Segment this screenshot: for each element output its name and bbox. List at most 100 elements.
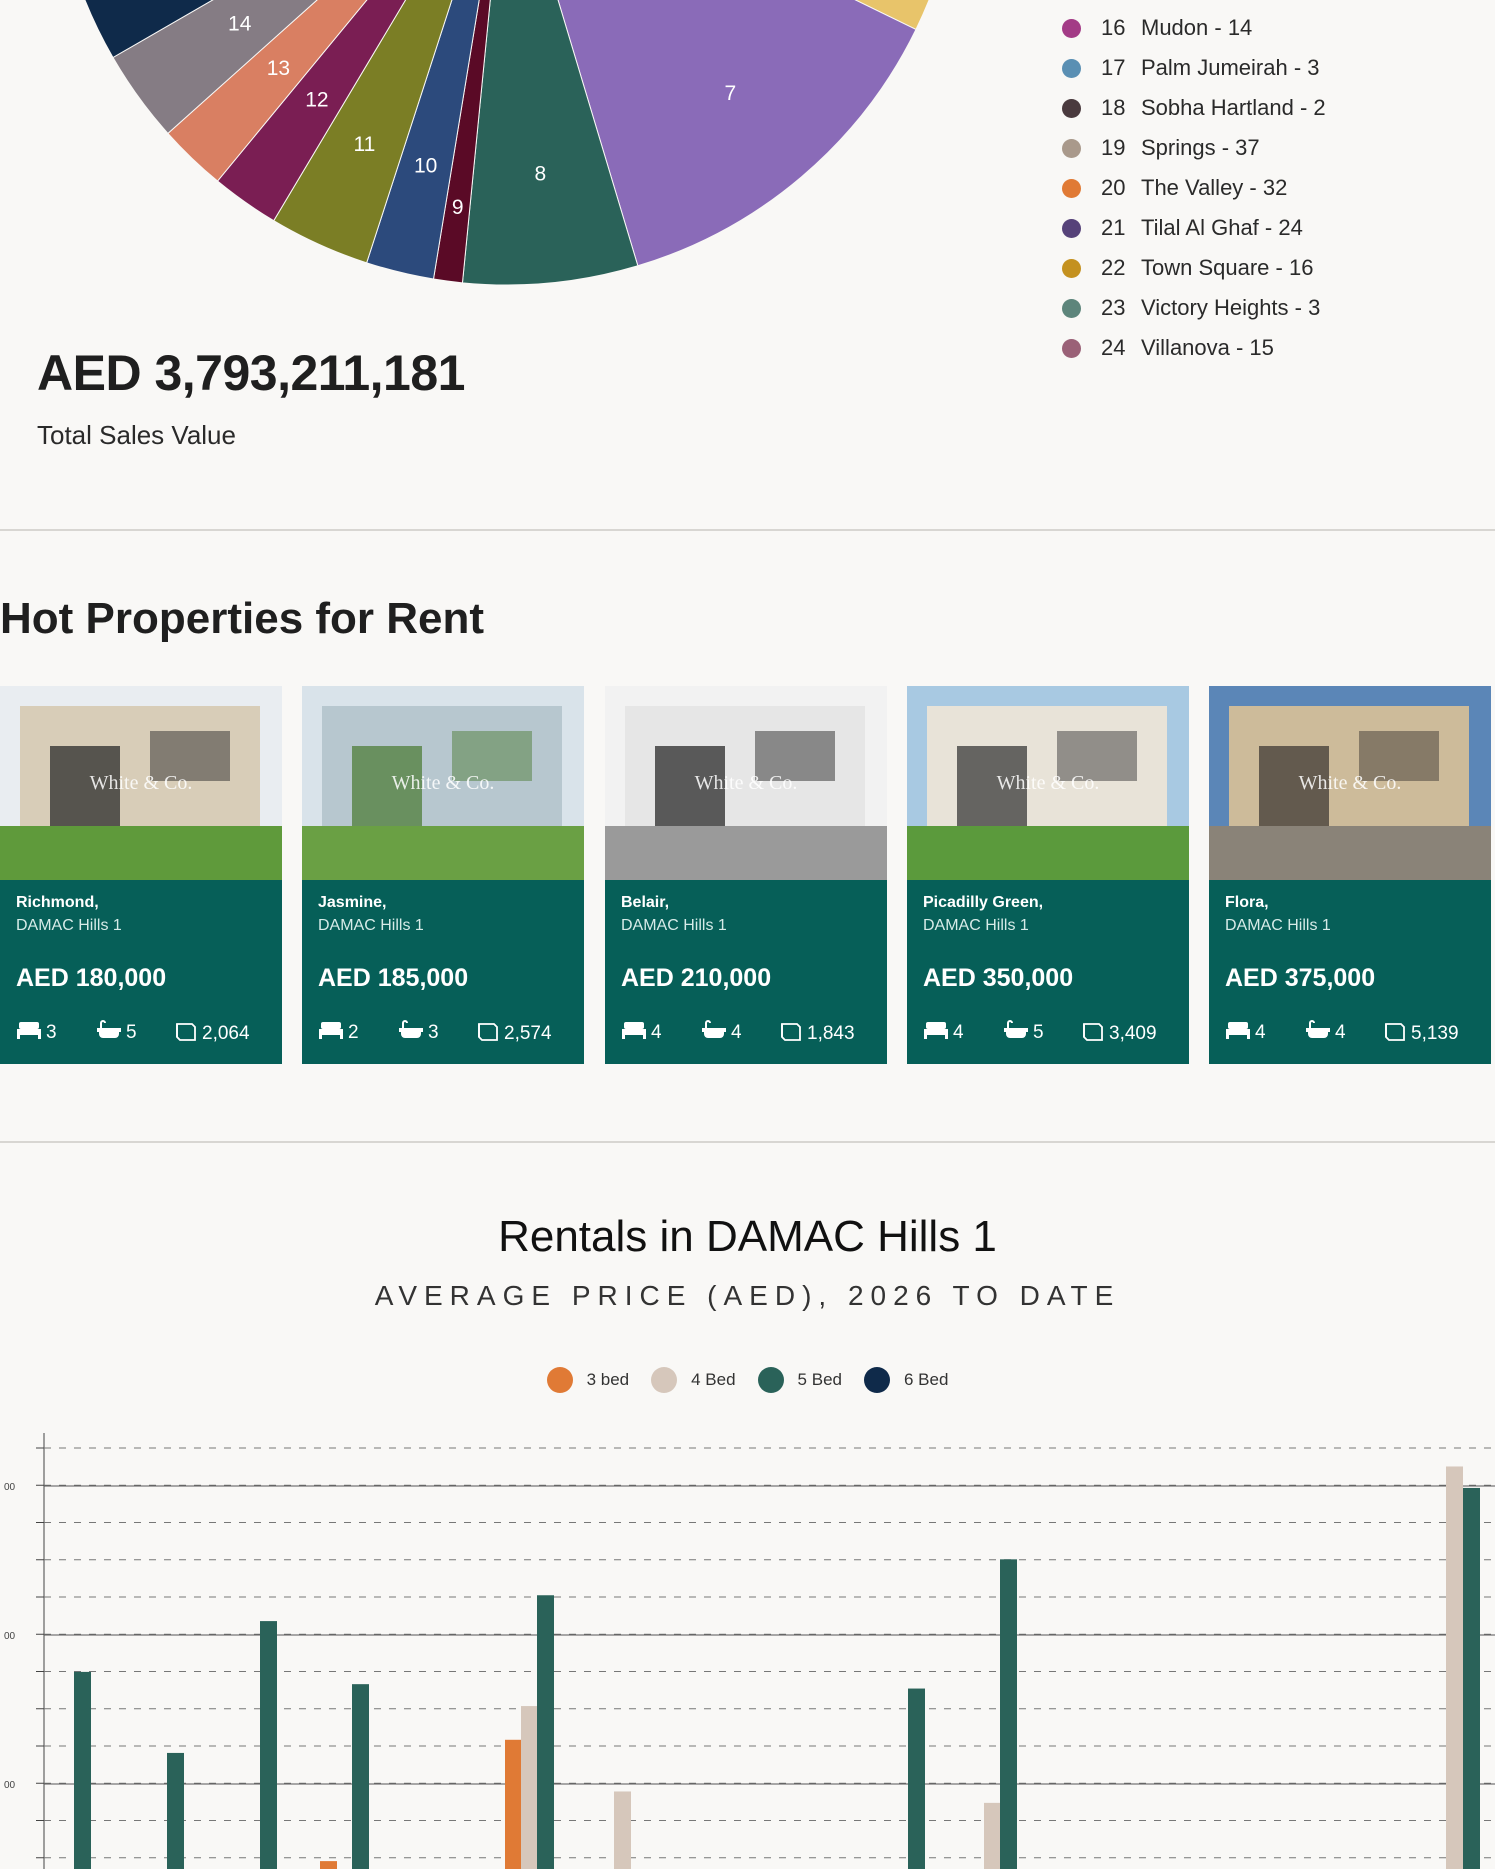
rentals-legend-item[interactable]: 5 Bed bbox=[757, 1367, 842, 1393]
bar-5-bed[interactable] bbox=[74, 1671, 91, 1869]
beds-count: 4 bbox=[1255, 1022, 1266, 1043]
bar-5-bed[interactable] bbox=[352, 1684, 369, 1869]
watermark-logo: White & Co. bbox=[89, 772, 193, 794]
property-name: Jasmine, bbox=[318, 894, 387, 911]
legend-swatch bbox=[1062, 18, 1081, 38]
y-tick-label: 00 bbox=[4, 1482, 16, 1493]
property-card[interactable]: White & Co. Picadilly Green, DAMAC Hills… bbox=[907, 686, 1189, 1064]
legend-label: Villanova - 15 bbox=[1141, 335, 1274, 360]
total-sales-label: Total Sales Value bbox=[37, 420, 236, 450]
rentals-legend-item[interactable]: 3 bed bbox=[546, 1367, 630, 1393]
property-area: DAMAC Hills 1 bbox=[923, 917, 1029, 934]
legend-swatch bbox=[651, 1367, 678, 1393]
size: 5,139 bbox=[1383, 1020, 1459, 1048]
hot-properties-title: Hot Properties for Rent bbox=[0, 594, 485, 643]
rentals-legend-item[interactable]: 4 Bed bbox=[651, 1367, 736, 1393]
property-card[interactable]: White & Co. Richmond, DAMAC Hills 1 AED … bbox=[0, 686, 282, 1064]
beds: 3 bbox=[16, 1020, 57, 1046]
watermark-logo: White & Co. bbox=[1298, 772, 1402, 794]
area-icon bbox=[1081, 1020, 1109, 1048]
bath-icon bbox=[1305, 1020, 1335, 1046]
legend-number: 20 bbox=[1101, 175, 1126, 200]
size: 2,064 bbox=[174, 1020, 250, 1048]
legend-swatch bbox=[757, 1367, 784, 1393]
legend-label: Sobha Hartland - 2 bbox=[1141, 95, 1326, 120]
rentals-legend-item[interactable]: 6 Bed bbox=[863, 1367, 948, 1393]
pie-slice-label: 7 bbox=[725, 82, 737, 105]
pie-slice-label: 12 bbox=[305, 89, 328, 112]
bath-icon bbox=[398, 1020, 428, 1046]
pie-slice-label: 13 bbox=[267, 57, 290, 80]
pie-slice-label: 8 bbox=[535, 162, 547, 185]
baths: 5 bbox=[96, 1020, 137, 1046]
legend-item: 22 Town Square - 16 bbox=[1062, 248, 1326, 288]
rentals-bar-chart: 00 00 00 bbox=[4, 1433, 1495, 1869]
size: 2,574 bbox=[476, 1020, 552, 1048]
size-value: 5,139 bbox=[1411, 1023, 1459, 1044]
watermark-logo: White & Co. bbox=[694, 772, 798, 794]
legend-item: 16 Mudon - 14 bbox=[1062, 8, 1326, 48]
legend-label: 3 bed bbox=[586, 1370, 630, 1389]
bar-3-bed[interactable] bbox=[320, 1861, 337, 1869]
property-card[interactable]: White & Co. Belair, DAMAC Hills 1 AED 21… bbox=[605, 686, 887, 1064]
property-name: Richmond, bbox=[16, 894, 99, 911]
pie-slice-label: 11 bbox=[354, 133, 376, 156]
bar-5-bed[interactable] bbox=[908, 1688, 925, 1869]
beds-count: 4 bbox=[953, 1022, 964, 1043]
watermark-logo: White & Co. bbox=[996, 772, 1100, 794]
property-price: AED 185,000 bbox=[318, 964, 469, 992]
section-divider bbox=[0, 529, 1495, 531]
property-name: Belair, bbox=[621, 894, 670, 911]
legend-label: Springs - 37 bbox=[1141, 135, 1260, 160]
legend-item: 23 Victory Heights - 3 bbox=[1062, 288, 1326, 328]
pie-slice-label: 10 bbox=[414, 154, 437, 177]
pie-slice-label: 9 bbox=[452, 196, 464, 219]
y-tick-label: 00 bbox=[4, 1780, 16, 1791]
bar-4-bed[interactable] bbox=[984, 1802, 1001, 1869]
bar-3-bed[interactable] bbox=[505, 1739, 522, 1869]
baths: 4 bbox=[701, 1020, 742, 1046]
bar-4-bed[interactable] bbox=[614, 1791, 631, 1869]
bar-5-bed[interactable] bbox=[1000, 1559, 1017, 1869]
bar-4-bed[interactable] bbox=[521, 1706, 538, 1869]
property-area: DAMAC Hills 1 bbox=[621, 917, 727, 934]
legend-number: 22 bbox=[1101, 255, 1126, 280]
legend-swatch bbox=[1062, 178, 1081, 198]
legend-label: Palm Jumeirah - 3 bbox=[1141, 55, 1320, 80]
legend-swatch bbox=[546, 1367, 573, 1393]
property-card[interactable]: White & Co. Jasmine, DAMAC Hills 1 AED 1… bbox=[302, 686, 584, 1064]
baths-count: 5 bbox=[126, 1022, 137, 1043]
legend-swatch bbox=[1062, 258, 1081, 278]
baths-count: 4 bbox=[731, 1022, 742, 1043]
property-area: DAMAC Hills 1 bbox=[16, 917, 122, 934]
rentals-legend: 3 bed 4 Bed 5 Bed 6 Bed bbox=[0, 1367, 1495, 1393]
legend-number: 19 bbox=[1101, 135, 1126, 160]
bar-5-bed[interactable] bbox=[537, 1595, 554, 1869]
bar-5-bed[interactable] bbox=[260, 1621, 277, 1869]
area-icon bbox=[1383, 1020, 1411, 1048]
legend-item: 18 Sobha Hartland - 2 bbox=[1062, 88, 1326, 128]
beds: 4 bbox=[1225, 1020, 1266, 1046]
bar-5-bed[interactable] bbox=[1463, 1487, 1480, 1869]
legend-label: The Valley - 32 bbox=[1141, 175, 1288, 200]
bar-5-bed[interactable] bbox=[167, 1752, 184, 1869]
legend-number: 24 bbox=[1101, 335, 1126, 360]
bar-4-bed[interactable] bbox=[1446, 1466, 1463, 1869]
bath-icon bbox=[96, 1020, 126, 1046]
area-icon bbox=[174, 1020, 202, 1048]
rentals-chart-title: Rentals in DAMAC Hills 1 bbox=[498, 1212, 997, 1261]
bed-icon bbox=[1225, 1020, 1255, 1046]
property-price: AED 210,000 bbox=[621, 964, 772, 992]
property-price: AED 180,000 bbox=[16, 964, 167, 992]
legend-item: 20 The Valley - 32 bbox=[1062, 168, 1326, 208]
property-card[interactable]: White & Co. Flora, DAMAC Hills 1 AED 375… bbox=[1209, 686, 1491, 1064]
size: 1,843 bbox=[779, 1020, 855, 1048]
beds-count: 4 bbox=[651, 1022, 662, 1043]
property-price: AED 375,000 bbox=[1225, 964, 1376, 992]
property-price: AED 350,000 bbox=[923, 964, 1074, 992]
beds: 4 bbox=[923, 1020, 964, 1046]
section-divider bbox=[0, 1141, 1495, 1143]
size-value: 2,064 bbox=[202, 1023, 250, 1044]
baths-count: 4 bbox=[1335, 1022, 1346, 1043]
legend-swatch bbox=[863, 1367, 890, 1393]
